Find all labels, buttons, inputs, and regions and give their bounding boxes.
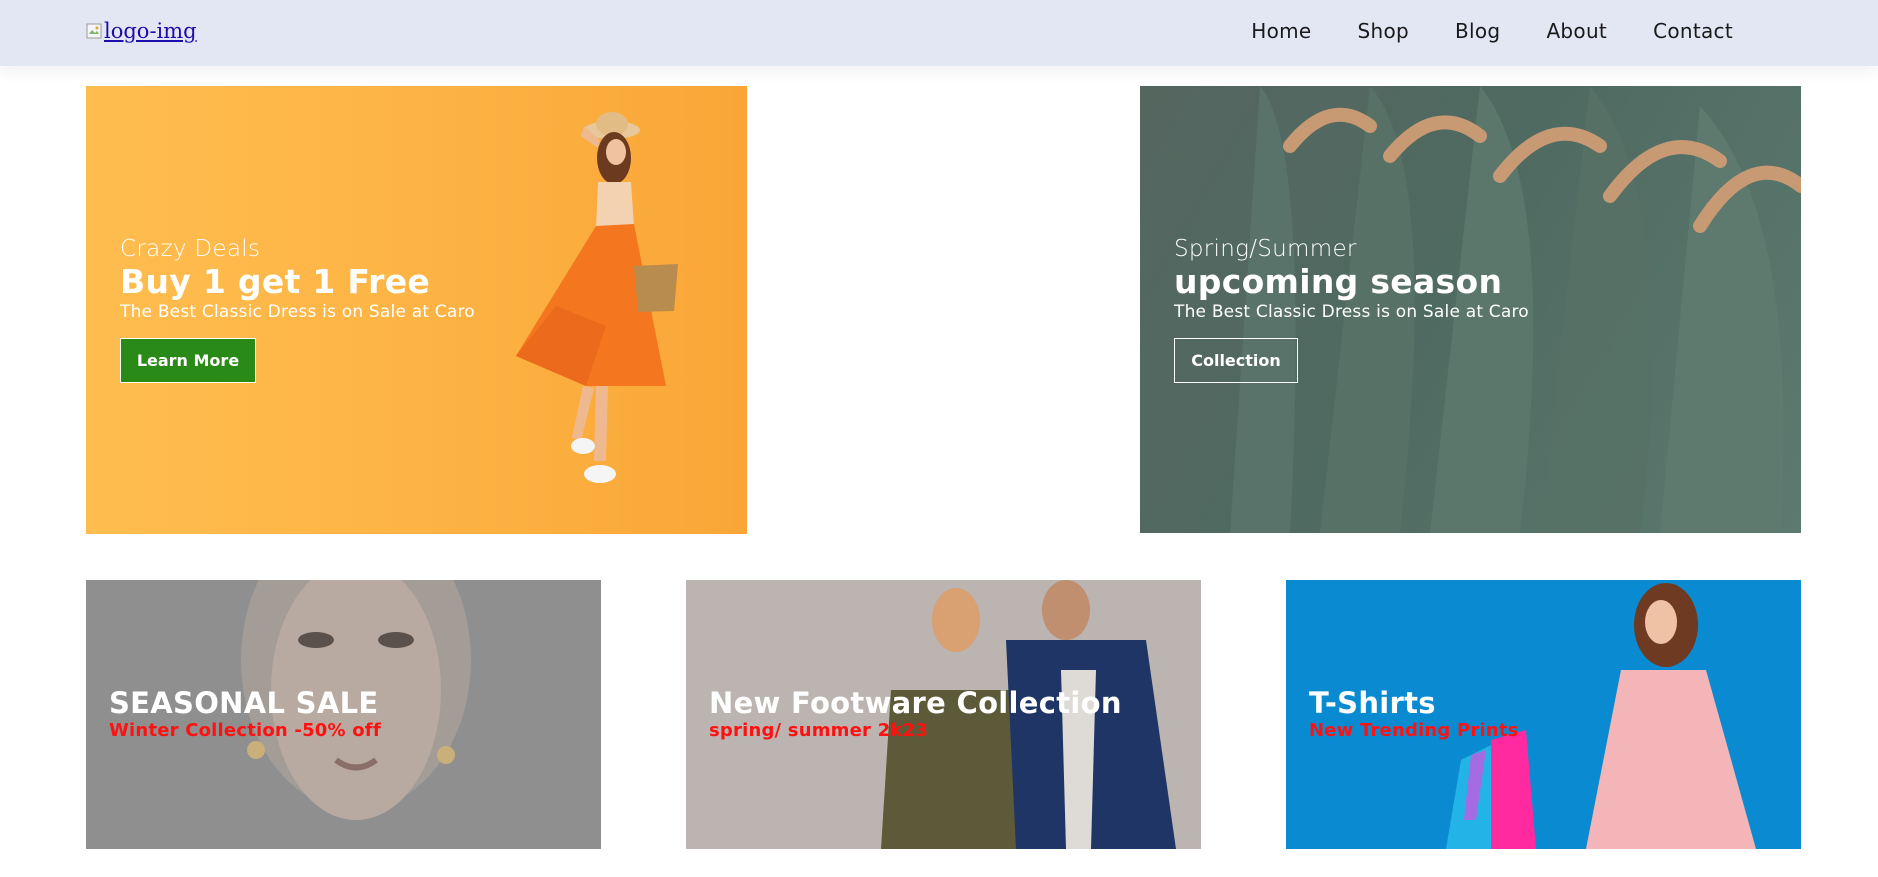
nav-home[interactable]: Home	[1251, 19, 1311, 43]
card-title: T-Shirts	[1309, 686, 1436, 720]
banner-crazy-deals: Crazy Deals Buy 1 get 1 Free The Best Cl…	[86, 86, 747, 534]
nav-shop[interactable]: Shop	[1358, 19, 1410, 43]
nav-about[interactable]: About	[1546, 19, 1607, 43]
banner-description: The Best Classic Dress is on Sale at Car…	[1174, 301, 1529, 322]
learn-more-button[interactable]: Learn More	[120, 338, 256, 383]
nav-blog[interactable]: Blog	[1455, 19, 1500, 43]
collection-button[interactable]: Collection	[1174, 338, 1298, 383]
banner-headline: Buy 1 get 1 Free	[120, 261, 431, 301]
banner-description: The Best Classic Dress is on Sale at Car…	[120, 301, 475, 322]
logo-alt-text: logo-img	[104, 19, 197, 43]
card-tshirts[interactable]: T-Shirts New Trending Prints	[1286, 580, 1801, 849]
site-header: logo-img Home Shop Blog About Contact	[0, 0, 1878, 66]
card-seasonal-sale[interactable]: SEASONAL SALE Winter Collection -50% off	[86, 580, 601, 849]
card-subtitle: spring/ summer 2k23	[709, 720, 928, 741]
banner-text: Spring/Summer upcoming season The Best C…	[1174, 236, 1529, 322]
card-title: SEASONAL SALE	[109, 686, 379, 720]
banner-kicker: Crazy Deals	[120, 236, 261, 262]
main-nav: Home Shop Blog About Contact	[1251, 19, 1733, 43]
card-subtitle: New Trending Prints	[1309, 720, 1519, 741]
logo-link[interactable]: logo-img	[86, 19, 197, 43]
banner-text: Crazy Deals Buy 1 get 1 Free The Best Cl…	[120, 236, 475, 322]
broken-image-icon	[86, 23, 102, 39]
card-title: New Footware Collection	[709, 686, 1122, 720]
banner-kicker: Spring/Summer	[1174, 236, 1357, 262]
card-new-footware[interactable]: New Footware Collection spring/ summer 2…	[686, 580, 1201, 849]
banner-upcoming-season: Spring/Summer upcoming season The Best C…	[1140, 86, 1801, 533]
card-subtitle: Winter Collection -50% off	[109, 720, 381, 741]
nav-contact[interactable]: Contact	[1653, 19, 1733, 43]
banner-headline: upcoming season	[1174, 261, 1503, 301]
